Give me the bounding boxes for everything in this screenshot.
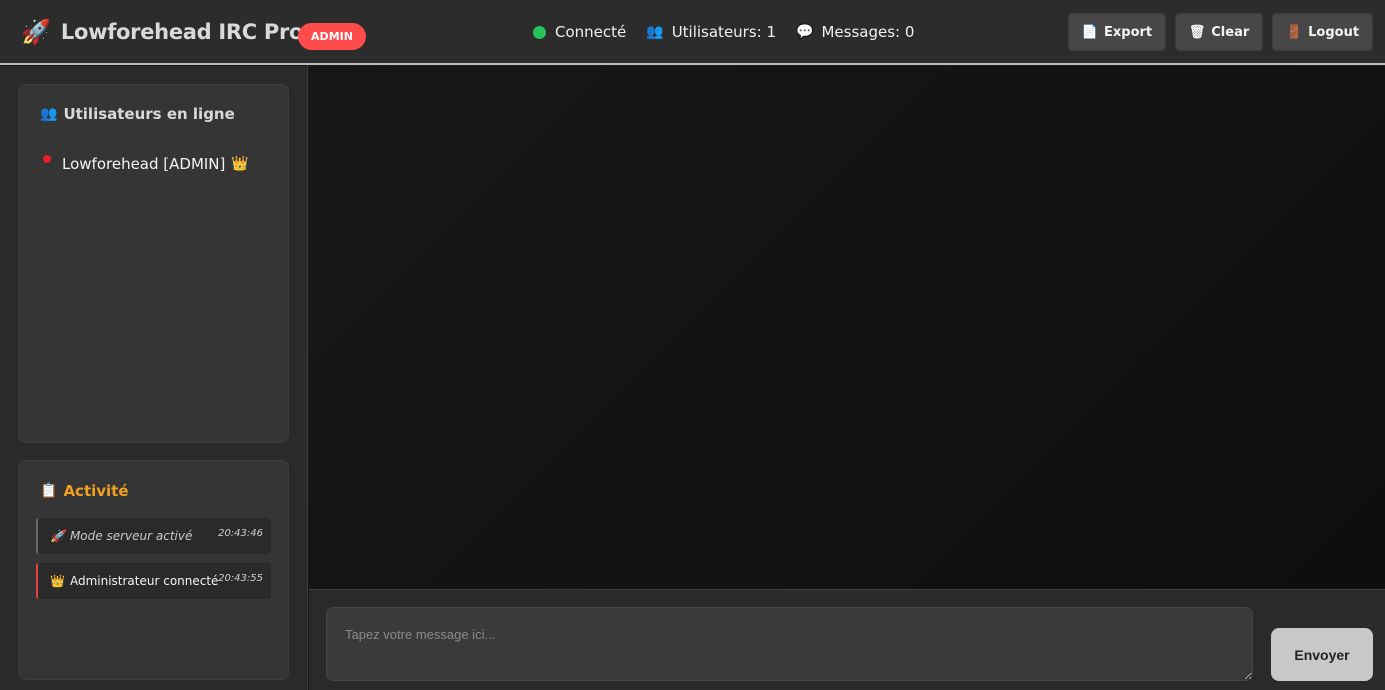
activity-text: Administrateur connecté [69, 574, 219, 588]
online-status-dot-icon [533, 25, 546, 39]
activity-time: 20:43:55 [218, 573, 263, 584]
admin-badge: ADMIN [298, 23, 366, 50]
users-icon: 👥 [40, 106, 58, 122]
activity-panel: 📋 Activité 🚀 Mode serveur activé 20:43:4… [18, 460, 289, 680]
send-button[interactable]: Envoyer [1271, 628, 1373, 681]
users-count-label: Utilisateurs: 1 [671, 23, 777, 41]
logout-button[interactable]: 🚪 Logout [1272, 13, 1373, 51]
user-list-item[interactable]: Lowforehead [ADMIN] 👑 [43, 155, 249, 173]
sidebar: 👥 Utilisateurs en ligne Lowforehead [ADM… [0, 66, 308, 690]
online-users-heading: 👥 Utilisateurs en ligne [40, 105, 235, 123]
rocket-icon: 🚀 [21, 18, 51, 46]
messages-count-label: Messages: 0 [821, 23, 915, 41]
clear-button[interactable]: 🗑 Clear [1175, 13, 1263, 51]
trash-icon: 🗑 [1188, 24, 1206, 40]
document-icon: 📄 [1081, 24, 1099, 40]
brand: 🚀 Lowforehead IRC Pro [21, 18, 303, 46]
logout-label: Logout [1308, 24, 1360, 40]
app-title: Lowforehead IRC Pro [60, 20, 304, 44]
activity-item: 🚀 Mode serveur activé 20:43:46 [36, 518, 271, 554]
users-count-status: 👥 Utilisateurs: 1 [646, 23, 776, 41]
messages-count-status: 💬 Messages: 0 [796, 23, 914, 41]
crown-icon: 👑 [231, 156, 249, 172]
message-input[interactable] [326, 607, 1253, 681]
rocket-icon: 🚀 [50, 529, 65, 543]
connection-status: Connecté [533, 23, 626, 41]
export-button[interactable]: 📄 Export [1068, 13, 1166, 51]
message-composer: Envoyer [309, 589, 1385, 690]
activity-title: Activité [63, 482, 129, 500]
online-users-title: Utilisateurs en ligne [63, 105, 235, 123]
connection-label: Connecté [555, 23, 627, 41]
activity-heading: 📋 Activité [40, 482, 129, 500]
activity-time: 20:43:46 [218, 528, 263, 539]
users-icon: 👥 [646, 24, 664, 40]
activity-item: 👑 Administrateur connecté 20:43:55 [36, 563, 271, 599]
crown-icon: 👑 [50, 574, 65, 588]
speech-bubble-icon: 💬 [796, 24, 814, 40]
clear-label: Clear [1211, 24, 1250, 40]
top-bar: 🚀 Lowforehead IRC Pro ADMIN Connecté 👥 U… [0, 0, 1385, 65]
user-status-dot-icon [43, 155, 51, 163]
user-name: Lowforehead [ADMIN] [62, 155, 226, 173]
online-users-panel: 👥 Utilisateurs en ligne Lowforehead [ADM… [18, 84, 289, 443]
door-icon: 🚪 [1285, 24, 1303, 40]
status-bar: Connecté 👥 Utilisateurs: 1 💬 Messages: 0 [533, 23, 934, 41]
export-label: Export [1104, 24, 1153, 40]
activity-text: Mode serveur activé [69, 529, 193, 543]
clipboard-icon: 📋 [40, 483, 58, 499]
chat-messages-area[interactable] [309, 66, 1385, 588]
